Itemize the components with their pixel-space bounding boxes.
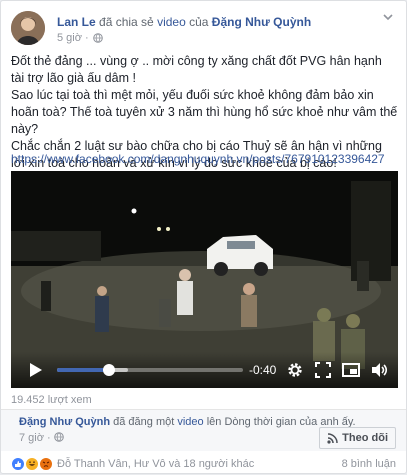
chevron-down-icon[interactable] (380, 11, 396, 27)
original-video-link[interactable]: video (177, 416, 203, 428)
post-headline: Lan Le đã chia sẻ video của Đặng Như Quỳ… (57, 15, 311, 29)
video-link[interactable]: video (157, 15, 186, 29)
played-bar (57, 368, 110, 372)
original-time[interactable]: 7 giờ · (19, 432, 51, 444)
post-meta: 5 giờ · (57, 32, 103, 44)
volume-icon[interactable] (369, 360, 389, 380)
author-name[interactable]: Lan Le (57, 15, 96, 29)
post-time[interactable]: 5 giờ · (57, 32, 89, 44)
play-icon[interactable] (29, 362, 43, 378)
follow-label: Theo dõi (342, 432, 388, 444)
video-player[interactable]: -0:40 (11, 171, 398, 388)
time-remaining: -0:40 (249, 363, 277, 377)
original-post-attribution: Đặng Như Quỳnh đã đăng một video lên Dòn… (1, 409, 406, 451)
fullscreen-icon[interactable] (313, 360, 333, 380)
source-name[interactable]: Đặng Như Quỳnh (212, 15, 311, 29)
video-controls: -0:40 (11, 352, 398, 388)
gear-icon[interactable] (285, 360, 305, 380)
view-count: 19.452 lượt xem (11, 394, 92, 406)
reaction-names[interactable]: Đỗ Thanh Vân, Hư Vô và 18 người khác (57, 458, 254, 470)
scrubber-handle[interactable] (103, 364, 116, 376)
rss-icon (327, 432, 338, 444)
original-meta: 7 giờ · (19, 432, 64, 444)
comment-count[interactable]: 8 bình luận (342, 458, 396, 470)
post-header: Lan Le đã chia sẻ video của Đặng Như Quỳ… (11, 11, 396, 45)
post-line-2: Sao lúc tại toà thì mệt mỏi, yếu đuối sứ… (11, 88, 398, 136)
original-author[interactable]: Đặng Như Quỳnh (19, 416, 110, 428)
of-text: của (189, 15, 209, 29)
attribution-action: đã đăng một (113, 416, 175, 428)
feed-post-card: Lan Le đã chia sẻ video của Đặng Như Quỳ… (0, 0, 407, 474)
haha-reaction-icon[interactable] (25, 457, 39, 471)
post-line-1: Đốt thẻ đảng ... vùng ợ .. mời công ty x… (11, 54, 382, 85)
globe-icon (53, 432, 64, 442)
post-url-link[interactable]: https://www.facebook.com/dangnhuquynh.vn… (11, 152, 385, 166)
theater-icon[interactable] (341, 360, 361, 380)
globe-icon (92, 33, 103, 43)
author-avatar[interactable] (11, 11, 45, 45)
attribution-line: Đặng Như Quỳnh đã đăng một video lên Dòn… (19, 416, 356, 428)
video-progress-bar[interactable] (57, 364, 243, 376)
like-reaction-icon[interactable] (11, 457, 25, 471)
follow-button[interactable]: Theo dõi (319, 427, 396, 449)
shared-text: đã chia sẻ (99, 15, 154, 29)
reactions-bar: Đỗ Thanh Vân, Hư Vô và 18 người khác 8 b… (1, 455, 406, 475)
angry-reaction-icon[interactable] (39, 457, 53, 471)
